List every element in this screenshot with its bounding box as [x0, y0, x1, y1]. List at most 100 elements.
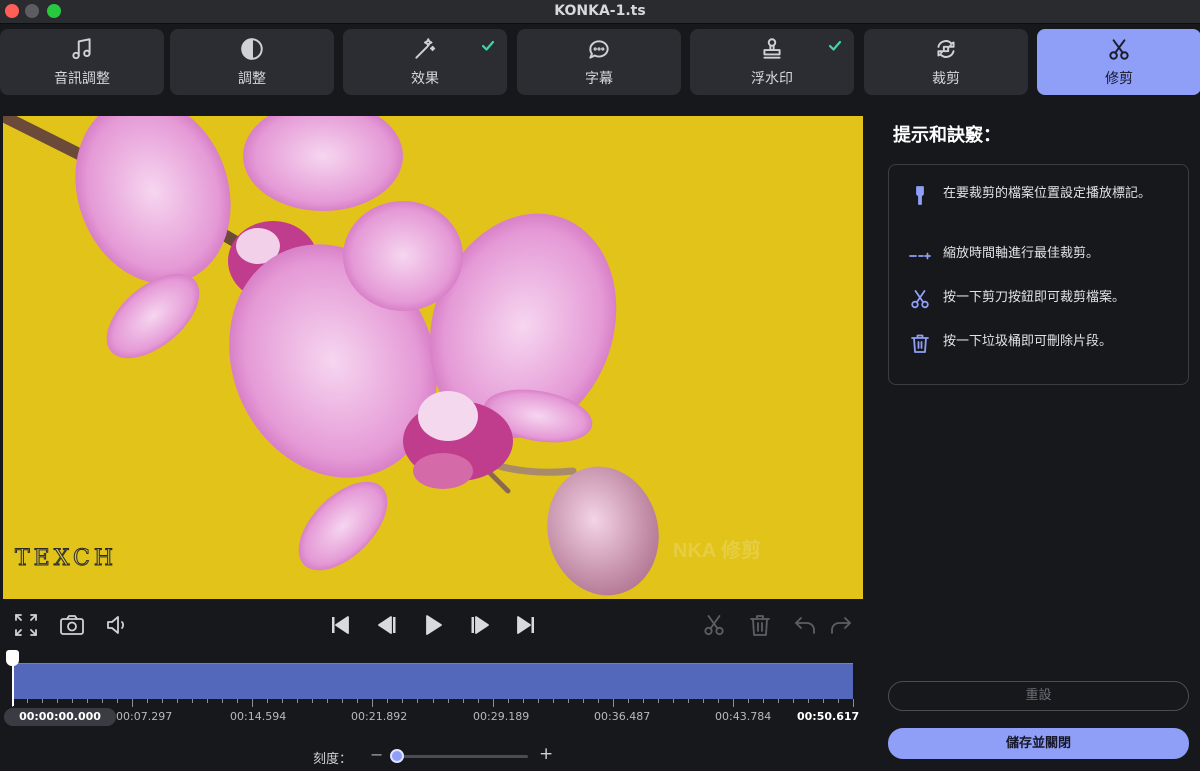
- scale-slider-track[interactable]: [392, 755, 528, 758]
- timestamp-label: 00:14.594: [230, 710, 287, 723]
- ruler-tick: [448, 699, 449, 703]
- tips-title: 提示和訣竅：: [893, 125, 1001, 146]
- ruler-tick: [87, 699, 88, 703]
- expand-icon: [13, 614, 39, 642]
- timeline-track[interactable]: [12, 663, 853, 699]
- playhead-handle[interactable]: [6, 650, 19, 666]
- current-time: 00:00:00.000: [4, 708, 116, 726]
- snapshot-button[interactable]: [59, 612, 85, 638]
- ruler-tick: [643, 699, 644, 703]
- ruler-tick: [763, 699, 764, 703]
- tab-label: 修剪: [1105, 71, 1133, 87]
- ruler-tick: [327, 699, 328, 703]
- ruler-tick: [523, 699, 524, 703]
- edit-tabs: 音訊調整 調整 效果 字幕 浮水印 裁剪 修剪: [0, 29, 1200, 97]
- title-bar: KONKA-1.ts: [0, 0, 1200, 24]
- zoom-in-button[interactable]: +: [539, 744, 553, 764]
- ruler-tick: [793, 699, 794, 703]
- ruler-tick: [162, 699, 163, 703]
- ruler-tick: [688, 699, 689, 703]
- music-note-icon: [69, 36, 95, 62]
- ruler-tick: [72, 699, 73, 703]
- camera-icon: [59, 615, 85, 642]
- ruler-tick: [27, 699, 28, 703]
- redo-button[interactable]: [828, 612, 854, 638]
- stamp-icon: [759, 36, 785, 62]
- ruler-tick: [613, 699, 614, 707]
- tip-item: 在要裁剪的檔案位置設定播放標記。: [909, 184, 1179, 206]
- ruler-tick: [748, 699, 749, 703]
- ruler-tick: [553, 699, 554, 703]
- ruler-tick: [508, 699, 509, 703]
- timestamp-label: 00:07.297: [116, 710, 173, 723]
- ruler-tick: [598, 699, 599, 703]
- playhead[interactable]: [12, 660, 14, 706]
- tip-item: 按一下剪刀按鈕即可裁剪檔案。: [909, 288, 1179, 310]
- ruler-tick: [778, 699, 779, 703]
- reset-button[interactable]: 重設: [888, 681, 1189, 711]
- video-preview: TEXCH NKA 修剪: [3, 116, 863, 599]
- cut-button[interactable]: [701, 612, 727, 638]
- zoom-out-button[interactable]: −: [370, 745, 383, 764]
- delete-segment-button[interactable]: [747, 612, 773, 638]
- skip-start-icon: [327, 616, 353, 642]
- ruler-tick: [733, 699, 734, 707]
- tab-trim[interactable]: 修剪: [1037, 29, 1200, 95]
- ruler-tick: [703, 699, 704, 703]
- undo-button[interactable]: [792, 612, 818, 638]
- volume-button[interactable]: [104, 612, 130, 638]
- skip-to-start-button[interactable]: [327, 612, 353, 638]
- tab-subtitles[interactable]: 字幕: [517, 29, 681, 95]
- save-and-close-button[interactable]: 儲存並關閉: [888, 728, 1189, 759]
- ruler-tick: [192, 699, 193, 703]
- ruler-tick: [102, 699, 103, 703]
- tip-text: 縮放時間軸進行最佳裁剪。: [943, 246, 1100, 261]
- ruler-tick: [312, 699, 313, 703]
- ruler-tick: [628, 699, 629, 703]
- timestamp-label: 00:36.487: [594, 710, 651, 723]
- ruler-tick: [252, 699, 253, 707]
- tab-watermark[interactable]: 浮水印: [690, 29, 854, 95]
- ruler-tick: [222, 699, 223, 703]
- video-watermark-text: TEXCH: [14, 546, 118, 572]
- ruler-tick: [808, 699, 809, 703]
- skip-to-end-button[interactable]: [513, 612, 539, 638]
- redo-icon: [828, 617, 854, 642]
- play-icon: [420, 615, 446, 642]
- step-forward-icon: [467, 616, 493, 642]
- ruler-tick: [147, 699, 148, 703]
- speech-bubble-icon: [586, 36, 612, 62]
- zoom-timeline-icon: [909, 244, 931, 266]
- tip-text: 在要裁剪的檔案位置設定播放標記。: [943, 186, 1152, 201]
- play-button[interactable]: [420, 612, 446, 638]
- ruler-tick: [267, 699, 268, 703]
- ruler-tick: [463, 699, 464, 703]
- tip-text: 按一下剪刀按鈕即可裁剪檔案。: [943, 290, 1126, 305]
- tab-label: 音訊調整: [54, 71, 110, 87]
- timestamp-label: 00:21.892: [351, 710, 408, 723]
- ruler-tick: [357, 699, 358, 703]
- check-icon: [828, 38, 842, 52]
- video-overlay-text: NKA 修剪: [673, 540, 762, 562]
- orchid-image: [3, 116, 659, 596]
- tab-crop[interactable]: 裁剪: [864, 29, 1028, 95]
- pin-marker-icon: [909, 184, 931, 206]
- tab-effects[interactable]: 效果: [343, 29, 507, 95]
- scale-slider-handle[interactable]: [390, 749, 404, 763]
- tab-adjust[interactable]: 調整: [170, 29, 334, 95]
- previous-frame-button[interactable]: [374, 612, 400, 638]
- magic-wand-icon: [412, 36, 438, 62]
- ruler-tick: [538, 699, 539, 703]
- ruler-tick: [57, 699, 58, 703]
- window-title: KONKA-1.ts: [554, 3, 646, 19]
- trash-icon: [747, 615, 773, 642]
- fullscreen-button[interactable]: [13, 612, 39, 638]
- ruler-tick: [282, 699, 283, 703]
- ruler-tick: [207, 699, 208, 703]
- next-frame-button[interactable]: [467, 612, 493, 638]
- tab-audio-adjust[interactable]: 音訊調整: [0, 29, 164, 95]
- ruler-tick: [417, 699, 418, 703]
- scale-label: 刻度：: [313, 752, 353, 767]
- tip-item: 縮放時間軸進行最佳裁剪。: [909, 244, 1179, 266]
- scissors-icon: [701, 615, 727, 642]
